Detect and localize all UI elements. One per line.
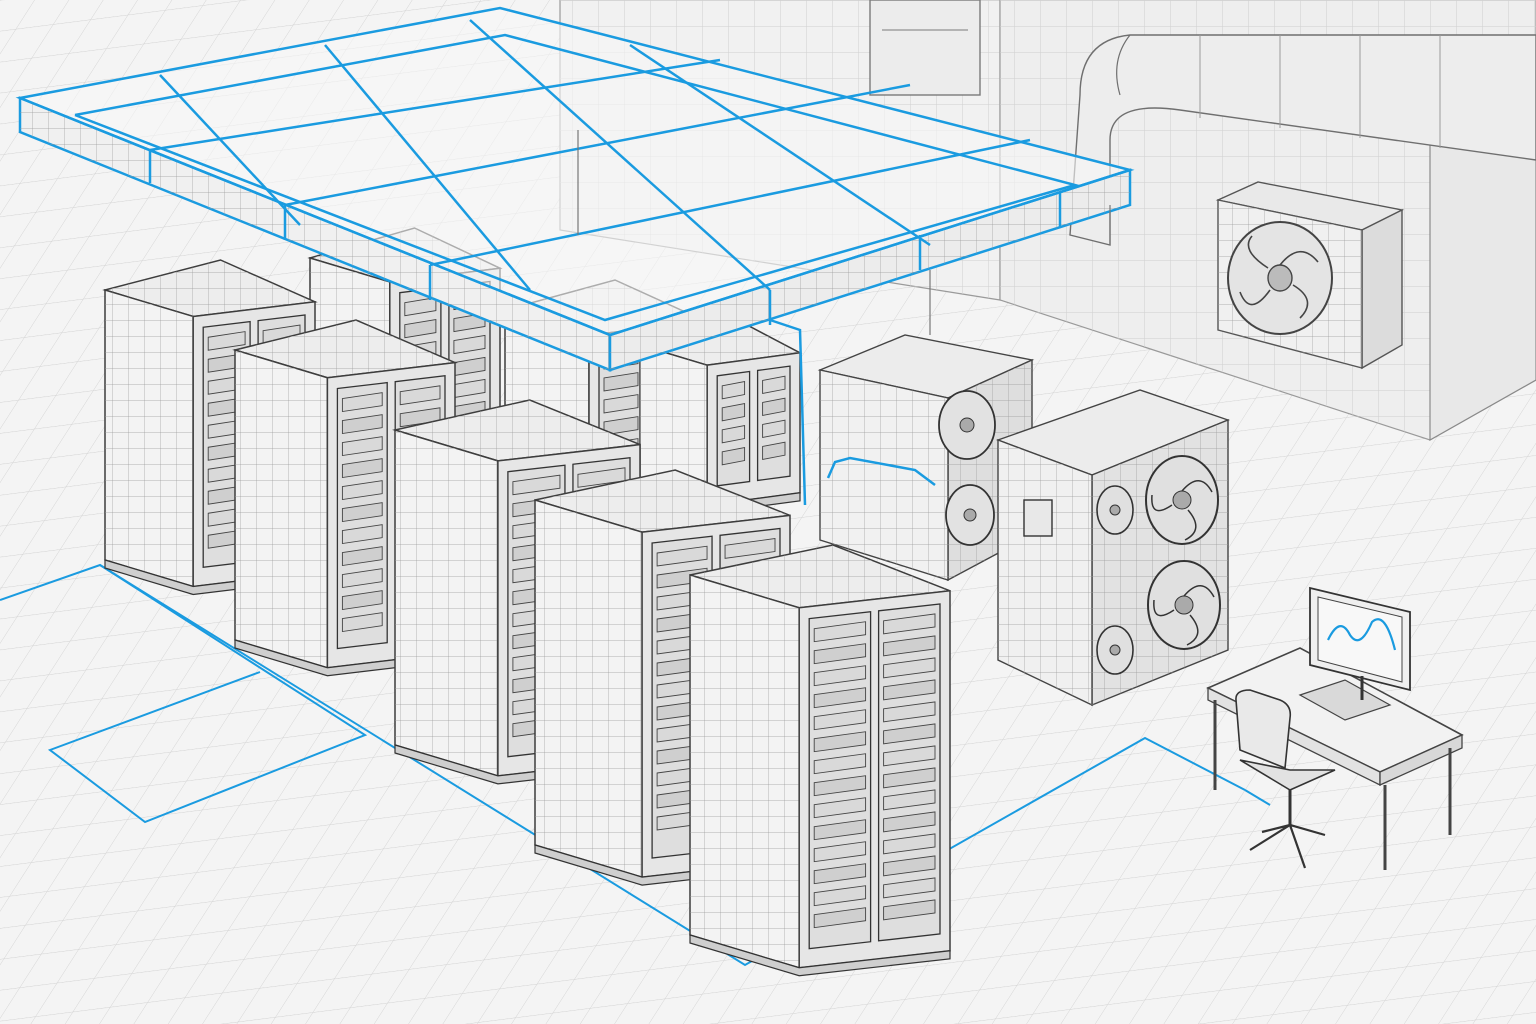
fan-icon bbox=[1096, 625, 1134, 675]
fan-icon bbox=[1145, 455, 1219, 545]
fan-icon bbox=[1147, 560, 1221, 650]
rack-front-5 bbox=[689, 544, 951, 977]
fan-icon bbox=[945, 484, 995, 546]
fan-icon bbox=[1096, 485, 1134, 535]
fan-icon bbox=[1227, 221, 1333, 335]
fan-icon bbox=[938, 390, 996, 460]
control-panel bbox=[1023, 499, 1053, 537]
sketch-canvas bbox=[0, 0, 1536, 1024]
data-center-isometric-sketch bbox=[0, 0, 1536, 1024]
cooling-unit-front bbox=[995, 389, 1231, 707]
door bbox=[869, 0, 981, 96]
